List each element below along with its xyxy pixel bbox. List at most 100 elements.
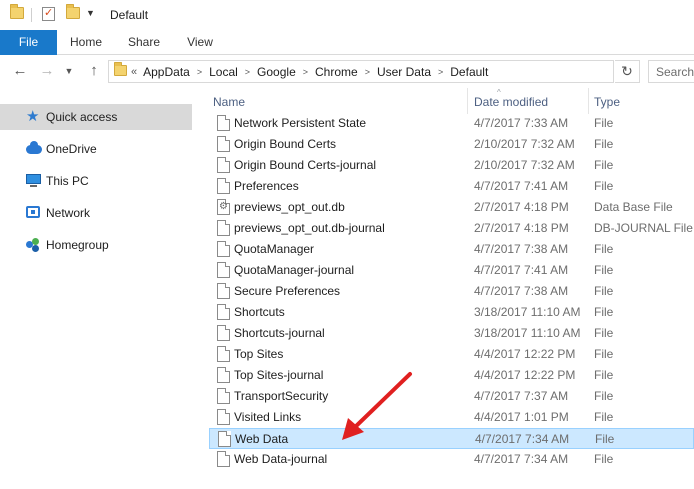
file-name: previews_opt_out.db <box>234 200 345 214</box>
nav-item-network[interactable]: Network <box>0 200 192 226</box>
file-row[interactable]: Network Persistent State 4/7/2017 7:33 AM… <box>209 113 694 134</box>
file-row[interactable]: Top Sites-journal 4/4/2017 12:22 PM File <box>209 365 694 386</box>
chevron-right-icon[interactable]: > <box>365 67 370 77</box>
tab-home[interactable]: Home <box>62 30 110 55</box>
breadcrumb-overflow[interactable]: « <box>131 66 137 78</box>
file-type: File <box>594 452 614 466</box>
file-icon <box>217 262 230 278</box>
file-icon <box>217 367 230 383</box>
file-icon <box>217 346 230 362</box>
file-type: File <box>594 410 614 424</box>
tab-share[interactable]: Share <box>120 30 168 55</box>
file-name: TransportSecurity <box>234 389 329 403</box>
file-type: Data Base File <box>594 200 673 214</box>
breadcrumb-google[interactable]: Google <box>257 65 296 79</box>
file-name: Shortcuts <box>234 305 285 319</box>
file-list: Network Action Predictor-journal4/4/2017… <box>197 88 694 489</box>
new-folder-icon[interactable] <box>66 4 80 19</box>
navigation-pane: ★ Quick access OneDrive This PC Network … <box>0 88 197 489</box>
nav-item-homegroup[interactable]: Homegroup <box>0 232 192 258</box>
file-type: File <box>594 389 614 403</box>
file-type: File <box>594 242 614 256</box>
file-name: QuotaManager <box>234 242 315 256</box>
cloud-icon <box>26 141 42 156</box>
breadcrumb-local[interactable]: Local <box>209 65 238 79</box>
file-row[interactable]: Visited Links 4/4/2017 1:01 PM File <box>209 407 694 428</box>
file-row[interactable]: Top Sites 4/4/2017 12:22 PM File <box>209 344 694 365</box>
file-row[interactable]: Origin Bound Certs-journal 2/10/2017 7:32… <box>209 155 694 176</box>
file-type: File <box>594 179 614 193</box>
nav-item-onedrive[interactable]: OneDrive <box>0 136 192 162</box>
file-date-modified: 4/4/2017 1:01 PM <box>474 410 569 424</box>
file-row[interactable]: Web Data 4/7/2017 7:34 AM File <box>209 428 694 449</box>
file-row[interactable]: Preferences 4/7/2017 7:41 AM File <box>209 176 694 197</box>
file-row[interactable]: Shortcuts 3/18/2017 11:10 AM File <box>209 302 694 323</box>
chevron-right-icon[interactable]: > <box>245 67 250 77</box>
chevron-right-icon[interactable]: > <box>197 67 202 77</box>
column-type-header[interactable]: Type <box>594 95 620 109</box>
refresh-icon[interactable]: ↻ <box>615 60 640 83</box>
file-date-modified: 4/7/2017 7:33 AM <box>474 116 569 130</box>
folder-icon <box>114 62 127 76</box>
file-date-modified: 4/7/2017 7:38 AM <box>474 284 569 298</box>
file-row[interactable]: Origin Bound Certs 2/10/2017 7:32 AM File <box>209 134 694 155</box>
forward-arrow-icon[interactable]: → <box>37 62 57 80</box>
column-header: ^ Name Date modified Type <box>197 88 694 114</box>
chevron-right-icon[interactable]: > <box>303 67 308 77</box>
nav-item-label: OneDrive <box>46 142 97 156</box>
file-type: File <box>594 116 614 130</box>
chevron-right-icon[interactable]: > <box>438 67 443 77</box>
file-name: Preferences <box>234 179 299 193</box>
file-row[interactable]: previews_opt_out.db 2/7/2017 4:18 PM Data … <box>209 197 694 218</box>
address-row: ← → ▼ ↑ « AppData > Local > Google > Chr… <box>0 56 694 88</box>
back-arrow-icon[interactable]: ← <box>10 62 30 80</box>
file-type: File <box>594 347 614 361</box>
file-name: Secure Preferences <box>234 284 341 298</box>
window-title: Default <box>110 8 149 22</box>
file-row[interactable]: Shortcuts-journal 3/18/2017 11:10 AM File <box>209 323 694 344</box>
tab-file[interactable]: File <box>0 30 57 55</box>
nav-item-label: Network <box>46 206 91 220</box>
breadcrumb-appdata[interactable]: AppData <box>143 65 190 79</box>
recent-locations-icon[interactable]: ▼ <box>62 62 76 80</box>
file-icon <box>217 304 230 320</box>
column-name-header[interactable]: Name <box>213 95 245 109</box>
file-row[interactable]: TransportSecurity 4/7/2017 7:37 AM File <box>209 386 694 407</box>
file-row[interactable]: Web Data-journal 4/7/2017 7:34 AM File <box>209 449 694 470</box>
file-type: File <box>594 326 614 340</box>
file-type: File <box>595 432 615 446</box>
breadcrumb-chrome[interactable]: Chrome <box>315 65 358 79</box>
tab-view[interactable]: View <box>178 30 222 55</box>
file-row[interactable]: QuotaManager 4/7/2017 7:38 AM File <box>209 239 694 260</box>
breadcrumb-default[interactable]: Default <box>450 65 488 79</box>
search-input[interactable]: Search <box>648 60 694 83</box>
nav-item-quick-access[interactable]: ★ Quick access <box>0 104 192 130</box>
column-date-header[interactable]: Date modified <box>474 95 548 109</box>
file-date-modified: 4/7/2017 7:41 AM <box>474 263 569 277</box>
column-divider[interactable] <box>467 88 468 114</box>
computer-icon <box>26 174 42 188</box>
breadcrumb-user-data[interactable]: User Data <box>377 65 431 79</box>
file-icon <box>217 220 230 236</box>
homegroup-icon <box>26 238 42 252</box>
file-row[interactable]: previews_opt_out.db-journal 2/7/2017 4:18… <box>209 218 694 239</box>
file-type: File <box>594 368 614 382</box>
file-date-modified: 2/7/2017 4:18 PM <box>474 221 569 235</box>
file-date-modified: 4/7/2017 7:38 AM <box>474 242 569 256</box>
file-row[interactable]: Secure Preferences 4/7/2017 7:38 AM File <box>209 281 694 302</box>
file-name: Origin Bound Certs-journal <box>234 158 377 172</box>
database-file-icon <box>217 199 230 215</box>
file-row[interactable]: QuotaManager-journal 4/7/2017 7:41 AM File <box>209 260 694 281</box>
file-name: Visited Links <box>234 410 302 424</box>
folder-icon[interactable] <box>10 4 24 19</box>
customize-toolbar-icon[interactable]: ▼ <box>86 8 95 18</box>
address-bar[interactable]: « AppData > Local > Google > Chrome > Us… <box>108 60 614 83</box>
up-arrow-icon[interactable]: ↑ <box>84 62 104 80</box>
column-divider[interactable] <box>588 88 589 114</box>
file-name: Web Data <box>235 432 289 446</box>
properties-icon[interactable] <box>42 6 55 21</box>
network-icon <box>26 206 42 220</box>
nav-item-this-pc[interactable]: This PC <box>0 168 192 194</box>
star-icon: ★ <box>26 108 40 125</box>
file-icon <box>217 241 230 257</box>
